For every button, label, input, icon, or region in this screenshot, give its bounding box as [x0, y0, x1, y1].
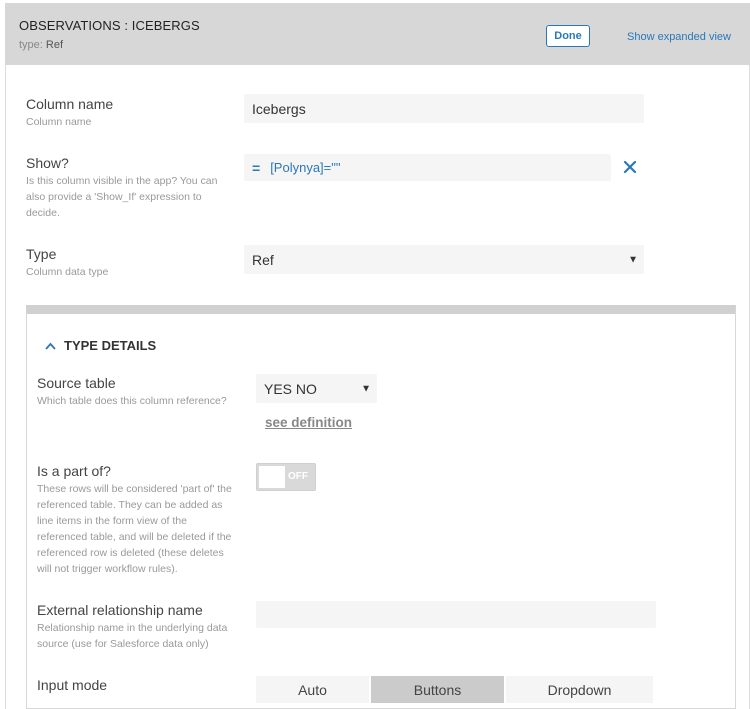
input-mode-option-auto[interactable]: Auto	[256, 676, 369, 703]
input-mode-option-buttons[interactable]: Buttons	[371, 676, 504, 703]
see-definition-link[interactable]: see definition	[265, 415, 352, 430]
show-expanded-view-link[interactable]: Show expanded view	[627, 31, 731, 43]
dropdown-arrow-icon: ▼	[628, 254, 638, 265]
dropdown-arrow-icon: ▼	[361, 383, 371, 394]
editor-header: OBSERVATIONS : ICEBERGS type: Ref Done S…	[5, 3, 750, 65]
external-relationship-label: External relationship name	[37, 602, 203, 618]
show-label: Show?	[26, 155, 69, 171]
external-relationship-input[interactable]	[256, 601, 656, 628]
external-relationship-sublabel: Relationship name in the underlying data…	[37, 622, 228, 650]
column-name-input[interactable]: Icebergs	[244, 94, 644, 123]
part-of-label: Is a part of?	[37, 463, 111, 479]
type-select-value: Ref	[252, 251, 274, 268]
type-caption-value: Ref	[45, 39, 64, 51]
column-editor-body: Column name Column name Icebergs Show? I…	[5, 65, 750, 709]
show-if-expression: [Polynya]=""	[270, 160, 341, 175]
column-name-value: Icebergs	[252, 100, 306, 117]
toggle-state-text: OFF	[288, 471, 308, 482]
type-select[interactable]: Ref ▼	[244, 245, 644, 274]
type-caption-label: type:	[19, 39, 43, 51]
column-type-caption: type: Ref	[19, 39, 63, 51]
type-details-toggle[interactable]: TYPE DETAILS	[45, 338, 156, 353]
source-table-select[interactable]: YES NO ▼	[256, 374, 377, 403]
input-mode-option-dropdown[interactable]: Dropdown	[506, 676, 653, 703]
type-details-title: TYPE DETAILS	[64, 338, 157, 353]
source-table-sublabel: Which table does this column reference?	[37, 395, 227, 407]
type-label: Type	[26, 246, 57, 262]
column-name-label: Column name	[26, 96, 114, 112]
done-button[interactable]: Done	[546, 25, 590, 47]
show-sublabel: Is this column visible in the app? You c…	[26, 175, 218, 219]
input-mode-segmented-control: Auto Buttons Dropdown	[256, 676, 655, 703]
input-mode-label: Input mode	[37, 677, 108, 693]
source-table-value: YES NO	[264, 380, 317, 397]
equals-icon: =	[252, 159, 261, 176]
source-table-label: Source table	[37, 375, 116, 391]
column-name-sublabel: Column name	[26, 116, 92, 128]
type-sublabel: Column data type	[26, 266, 109, 278]
part-of-sublabel: These rows will be considered 'part of' …	[37, 483, 232, 575]
chevron-up-icon	[45, 342, 56, 350]
part-of-toggle[interactable]: OFF	[256, 463, 316, 491]
toggle-knob	[259, 466, 285, 488]
close-icon[interactable]	[623, 160, 637, 174]
editor-title: OBSERVATIONS : ICEBERGS	[19, 18, 200, 33]
type-details-panel: TYPE DETAILS Source table Which table do…	[26, 305, 736, 709]
show-if-expression-field[interactable]: = [Polynya]=""	[244, 154, 611, 181]
